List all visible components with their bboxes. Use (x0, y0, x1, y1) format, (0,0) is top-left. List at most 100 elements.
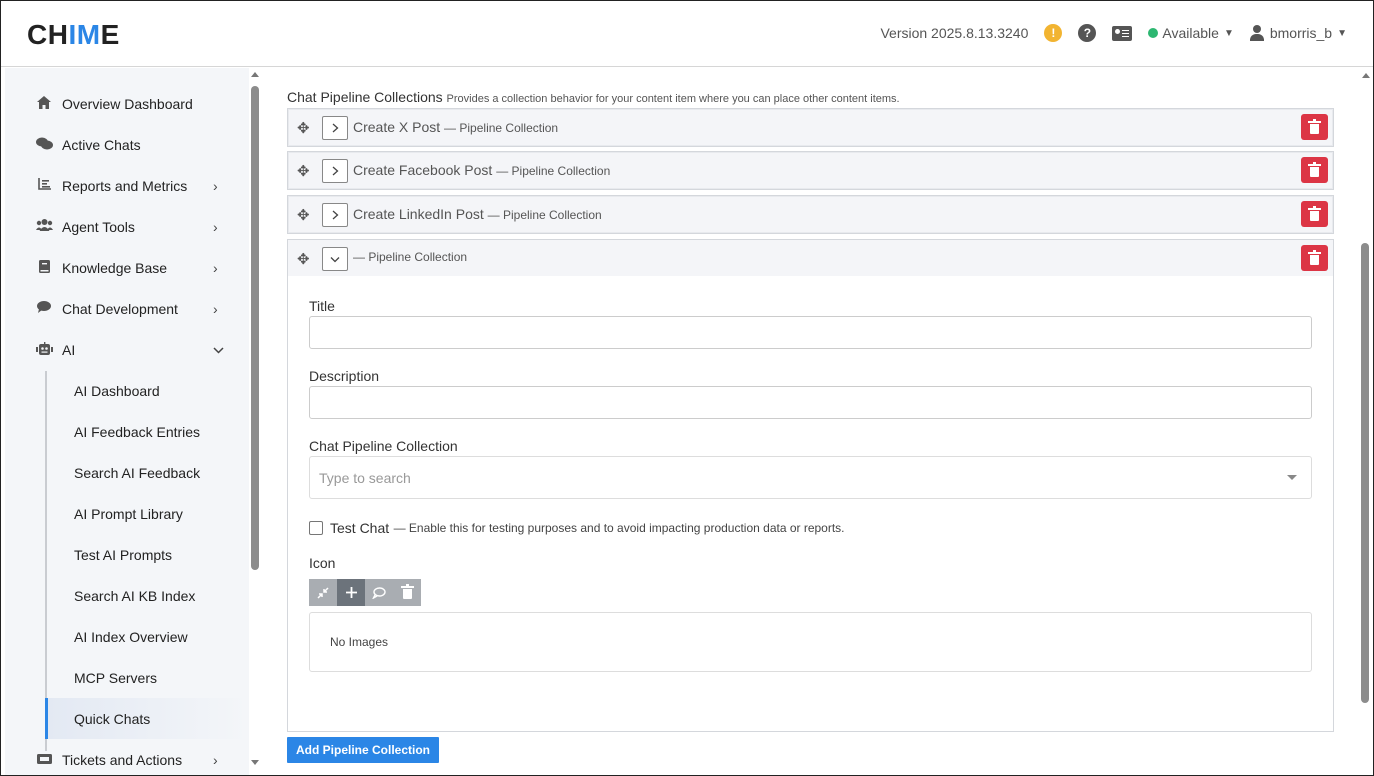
chevron-down-icon: ▼ (1223, 27, 1234, 39)
sidebar-subitem-test-ai-prompts[interactable]: Test AI Prompts (45, 534, 249, 575)
no-images-text: No Images (330, 635, 389, 649)
status-label: Available (1162, 25, 1219, 41)
collection-type: — Pipeline Collection (353, 250, 468, 264)
trash-icon (1308, 118, 1321, 134)
main-content: Chat Pipeline Collections Provides a col… (263, 68, 1359, 775)
collection-name: Create X Post (353, 119, 441, 135)
collection-type: — Pipeline Collection (487, 208, 602, 222)
sidebar-item-active-chats[interactable]: Active Chats (5, 124, 249, 165)
scroll-up-arrow-icon[interactable] (251, 72, 259, 77)
sidebar-subitem-search-ai-feedback[interactable]: Search AI Feedback (45, 452, 249, 493)
move-icon[interactable]: ✥ (297, 206, 310, 224)
section-title: Chat Pipeline Collections (287, 89, 443, 105)
sidebar-item-agent-tools[interactable]: Agent Tools › (5, 206, 249, 247)
sidebar-subitem-ai-index-overview[interactable]: AI Index Overview (45, 616, 249, 657)
sidebar: Overview Dashboard Active Chats Reports … (5, 68, 249, 775)
sidebar-subitem-mcp-servers[interactable]: MCP Servers (45, 657, 249, 698)
ticket-icon (35, 752, 53, 767)
sidebar-item-label: Overview Dashboard (62, 95, 193, 112)
user-icon (1249, 25, 1264, 41)
speech-bubble-icon[interactable] (365, 579, 393, 606)
move-icon[interactable]: ✥ (297, 119, 310, 137)
book-icon (35, 259, 53, 276)
expand-toggle-button[interactable] (322, 203, 348, 227)
version-label: Version 2025.8.13.3240 (880, 25, 1029, 41)
dropdown-caret-icon (1287, 475, 1297, 480)
delete-button[interactable] (1301, 245, 1328, 271)
pipeline-collection-label: Chat Pipeline Collection (309, 438, 458, 454)
warning-icon[interactable]: ! (1044, 24, 1063, 42)
image-list: No Images (309, 612, 1312, 672)
trash-glyph-icon (400, 584, 414, 599)
expanded-collection-header: ✥ — Pipeline Collection (288, 240, 1333, 276)
delete-button[interactable] (1301, 201, 1328, 227)
move-icon[interactable]: ✥ (297, 162, 310, 180)
chevron-right-icon: › (213, 177, 218, 194)
chime-logo[interactable]: CHIME (27, 20, 120, 50)
plus-icon[interactable] (337, 579, 365, 606)
title-input[interactable] (309, 316, 1312, 349)
comments-icon (35, 137, 53, 153)
top-header: CHIME Version 2025.8.13.3240 ! ? Availab… (1, 1, 1373, 67)
sidebar-subitem-ai-prompt-library[interactable]: AI Prompt Library (45, 493, 249, 534)
scrollbar-thumb[interactable] (251, 86, 259, 570)
collapse-toggle-button[interactable] (322, 247, 348, 271)
move-icon[interactable]: ✥ (297, 250, 310, 268)
chevron-right-icon: › (213, 751, 218, 768)
help-icon[interactable]: ? (1078, 24, 1097, 42)
sidebar-subitem-ai-dashboard[interactable]: AI Dashboard (45, 370, 249, 411)
collection-title: Create LinkedIn Post — Pipeline Collecti… (353, 206, 602, 222)
collection-name: Create Facebook Post (353, 162, 493, 178)
sidebar-item-tickets-and-actions[interactable]: Tickets and Actions › (5, 739, 249, 775)
contact-card-icon[interactable] (1112, 25, 1133, 41)
chevron-right-icon: › (213, 218, 218, 235)
expanded-collection-panel: ✥ — Pipeline Collection Title Descriptio… (287, 239, 1334, 732)
description-input[interactable] (309, 386, 1312, 419)
collection-type: — Pipeline Collection (444, 121, 559, 135)
scrollbar-thumb[interactable] (1361, 243, 1369, 703)
status-dot-icon (1148, 28, 1159, 38)
icon-toolbar (309, 579, 421, 606)
collection-row: ✥ Create Facebook Post — Pipeline Collec… (287, 151, 1334, 190)
status-dropdown[interactable]: Available ▼ (1148, 25, 1234, 41)
main-scrollbar[interactable] (1359, 68, 1373, 775)
app-window: CHIME Version 2025.8.13.3240 ! ? Availab… (0, 0, 1374, 776)
pipeline-collection-select[interactable]: Type to search (309, 456, 1312, 499)
sidebar-item-knowledge-base[interactable]: Knowledge Base › (5, 247, 249, 288)
sidebar-item-chat-development[interactable]: Chat Development › (5, 288, 249, 329)
sidebar-subitem-ai-feedback-entries[interactable]: AI Feedback Entries (45, 411, 249, 452)
test-chat-checkbox[interactable] (309, 521, 323, 535)
expand-toggle-button[interactable] (322, 159, 348, 183)
trash-icon (1308, 161, 1321, 177)
section-description: Provides a collection behavior for your … (446, 93, 900, 105)
sidebar-scrollbar[interactable] (249, 68, 263, 775)
sidebar-item-label: AI (62, 341, 76, 358)
chart-icon (35, 178, 53, 193)
sidebar-item-ai[interactable]: AI (5, 329, 249, 370)
test-chat-label: Test Chat (330, 520, 390, 536)
sidebar-subitem-search-ai-kb-index[interactable]: Search AI KB Index (45, 575, 249, 616)
trash-icon[interactable] (393, 579, 421, 606)
expand-toggle-button[interactable] (322, 116, 348, 140)
collection-title: Create Facebook Post — Pipeline Collecti… (353, 162, 610, 178)
delete-button[interactable] (1301, 157, 1328, 183)
users-icon (35, 219, 53, 234)
trash-icon (1308, 205, 1321, 221)
sidebar-item-label: Reports and Metrics (62, 177, 188, 194)
sidebar-subitem-quick-chats[interactable]: Quick Chats (45, 698, 249, 739)
collection-type: — Pipeline Collection (496, 164, 611, 178)
collection-title: Create X Post — Pipeline Collection (353, 119, 558, 135)
user-menu[interactable]: bmorris_b ▼ (1249, 25, 1347, 41)
collapse-icon[interactable] (309, 579, 337, 606)
sidebar-item-overview-dashboard[interactable]: Overview Dashboard (5, 83, 249, 124)
sidebar-item-label: Knowledge Base (62, 259, 168, 276)
sidebar-item-label: Chat Development (62, 300, 178, 317)
scroll-down-arrow-icon[interactable] (251, 760, 259, 765)
add-pipeline-collection-button[interactable]: Add Pipeline Collection (287, 737, 440, 763)
scroll-up-arrow-icon[interactable] (1362, 73, 1370, 78)
sidebar-item-label: Agent Tools (62, 218, 135, 235)
header-right: Version 2025.8.13.3240 ! ? Available ▼ b… (880, 21, 1347, 45)
delete-button[interactable] (1301, 114, 1328, 140)
sidebar-item-reports-and-metrics[interactable]: Reports and Metrics › (5, 165, 249, 206)
sidebar-item-label: Tickets and Actions (62, 751, 183, 768)
